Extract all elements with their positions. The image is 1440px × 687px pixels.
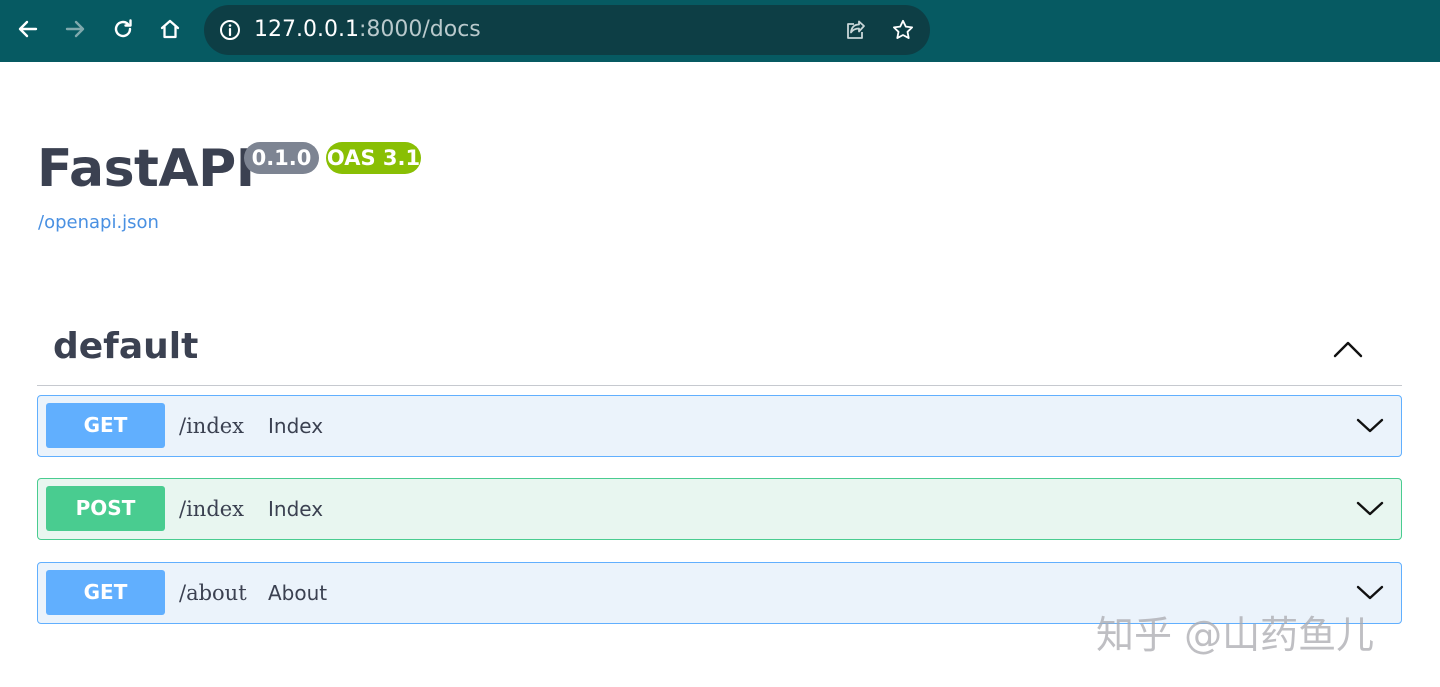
forward-button[interactable] — [57, 11, 93, 47]
info-icon[interactable] — [218, 18, 242, 42]
bookmark-star-icon[interactable] — [891, 18, 915, 42]
back-button[interactable] — [10, 11, 46, 47]
home-button[interactable] — [152, 11, 188, 47]
method-badge: GET — [46, 403, 165, 448]
url-path: :8000/docs — [358, 17, 481, 42]
openapi-json-link[interactable]: /openapi.json — [38, 212, 159, 233]
arrow-left-icon — [18, 20, 38, 38]
opblock-post-index[interactable]: POST /index Index — [37, 478, 1402, 540]
oas-badge: OAS 3.1 — [326, 142, 421, 174]
opblock-get-index[interactable]: GET /index Index — [37, 395, 1402, 457]
chevron-up-icon[interactable] — [1330, 334, 1366, 364]
chevron-down-icon[interactable] — [1354, 495, 1386, 521]
operation-summary: About — [268, 581, 328, 605]
tag-title[interactable]: default — [53, 326, 198, 367]
reload-button[interactable] — [105, 11, 141, 47]
operation-summary: Index — [268, 414, 324, 438]
share-icon[interactable] — [844, 18, 868, 42]
tag-divider — [37, 385, 1402, 386]
arrow-right-icon — [65, 20, 85, 38]
chevron-down-icon[interactable] — [1354, 579, 1386, 605]
reload-icon — [114, 19, 132, 38]
browser-toolbar: 127.0.0.1:8000/docs — [0, 0, 1440, 62]
method-badge: GET — [46, 570, 165, 615]
operation-path: /index — [179, 414, 245, 438]
url-text[interactable]: 127.0.0.1:8000/docs — [254, 5, 481, 55]
operation-summary: Index — [268, 497, 324, 521]
chevron-down-icon[interactable] — [1354, 412, 1386, 438]
version-badge: 0.1.0 — [244, 142, 319, 174]
address-bar[interactable]: 127.0.0.1:8000/docs — [204, 5, 930, 55]
operation-path: /about — [179, 581, 247, 605]
operation-path: /index — [179, 497, 245, 521]
url-host: 127.0.0.1 — [254, 17, 359, 42]
method-badge: POST — [46, 486, 165, 531]
home-icon — [160, 19, 180, 39]
watermark-text: 知乎 @山药鱼儿 — [1096, 613, 1375, 657]
api-title: FastAPI — [37, 139, 255, 199]
